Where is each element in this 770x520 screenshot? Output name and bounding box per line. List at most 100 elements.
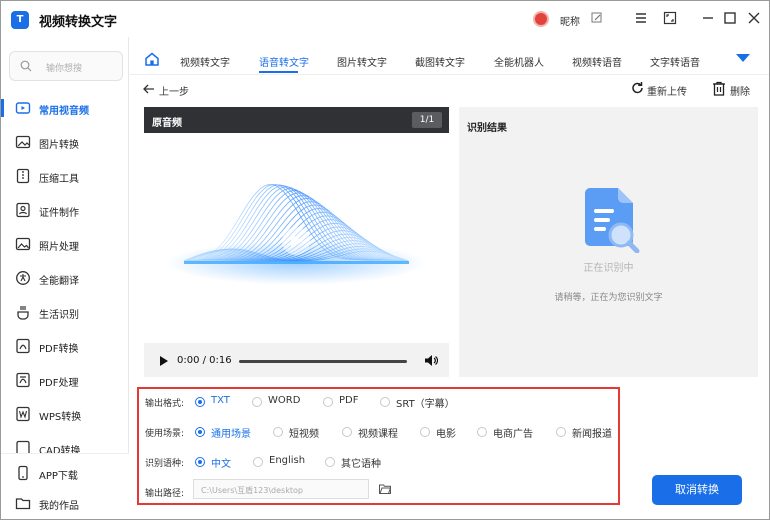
volume-icon[interactable] [424, 354, 438, 367]
sidebar-item-life-scan[interactable]: 生活识别 [1, 299, 129, 325]
search-icon [20, 60, 32, 72]
sidebar-item-label: PDF处理 [39, 378, 79, 389]
conversion-options: 输出格式: TXT WORD PDF SRT（字幕） 使用场景: 通用场景 短视… [137, 387, 620, 505]
sidebar-item-translate[interactable]: 全能翻译 [1, 265, 129, 291]
edit-icon[interactable] [591, 12, 603, 24]
language-row: 识别语种: 中文 English 其它语种 [145, 455, 381, 470]
delete-button[interactable]: 删除 [712, 81, 750, 99]
minimize-icon[interactable] [701, 11, 715, 25]
tab-screenshot-to-text[interactable]: 截图转文字 [415, 54, 465, 69]
player-title: 原音频 [152, 118, 182, 129]
tab-video-to-speech[interactable]: 视频转语音 [572, 54, 622, 69]
folder-icon [15, 498, 31, 510]
tab-image-to-text[interactable]: 图片转文字 [337, 54, 387, 69]
path-label: 输出路径: [145, 489, 185, 499]
tab-video-to-text[interactable]: 视频转文字 [180, 54, 230, 69]
audio-player: 原音频 1/1 0:00 / 0:16 [144, 107, 449, 377]
cancel-conversion-button[interactable]: 取消转换 [652, 475, 742, 505]
app-title: 视频转换文字 [39, 15, 118, 30]
sidebar-item-label: 照片处理 [39, 242, 79, 253]
search-box[interactable]: 输你想搜 [9, 51, 123, 81]
tab-speech-to-text[interactable]: 语音转文字 [259, 54, 309, 69]
search-placeholder: 输你想搜 [46, 64, 83, 74]
close-icon[interactable] [747, 11, 761, 25]
sidebar-item-app-download[interactable]: APP下载 [1, 460, 129, 486]
reupload-button[interactable]: 重新上传 [631, 81, 687, 98]
tab-text-to-speech[interactable]: 文字转语音 [650, 54, 700, 69]
sidebar-item-label: 压缩工具 [39, 174, 79, 185]
language-label: 识别语种: [145, 459, 185, 469]
sidebar-item-label: 证件制作 [39, 208, 79, 219]
active-indicator [1, 99, 4, 117]
reupload-label: 重新上传 [647, 87, 687, 98]
sidebar-item-image-convert[interactable]: 图片转换 [1, 129, 129, 155]
output-path-value: C:\Users\互盾123\desktop [201, 486, 303, 495]
photo-icon [15, 237, 31, 251]
tab-robot[interactable]: 全能机器人 [494, 54, 544, 69]
player-controls: 0:00 / 0:16 [144, 343, 449, 377]
sidebar-item-wps[interactable]: WPS转换 [1, 401, 129, 427]
app-logo-icon: T [11, 11, 29, 29]
back-label: 上一步 [159, 87, 189, 98]
maximize-icon[interactable] [723, 11, 737, 25]
sidebar: 输你想搜 常用视音频 图片转换 压缩工具 证件制作 照片处理 全能翻译 生活识别… [1, 37, 129, 519]
sidebar-item-my-works[interactable]: 我的作品 [1, 490, 129, 516]
output-path-field[interactable]: C:\Users\互盾123\desktop [193, 479, 369, 499]
refresh-icon [632, 82, 643, 94]
status-text: 正在识别中 [583, 263, 634, 274]
sidebar-item-label: APP下载 [39, 471, 78, 482]
wps-icon [16, 406, 30, 422]
format-label: 输出格式: [145, 399, 185, 409]
home-icon[interactable] [144, 51, 160, 67]
pdf-icon [16, 338, 30, 354]
sidebar-item-compress[interactable]: 压缩工具 [1, 163, 129, 189]
sidebar-item-pdf-convert[interactable]: PDF转换 [1, 333, 129, 359]
translate-icon [16, 271, 30, 285]
result-title: 识别结果 [467, 123, 507, 134]
play-icon[interactable] [160, 356, 168, 366]
pdf-edit-icon [16, 372, 30, 388]
menu-icon[interactable] [634, 11, 648, 25]
result-panel: 识别结果 正在识别中 请稍等，正在为您识别文字 [459, 107, 758, 377]
sidebar-item-pdf-process[interactable]: PDF处理 [1, 367, 129, 393]
folder-open-icon[interactable] [379, 484, 391, 494]
active-tab-underline [259, 71, 298, 73]
sidebar-item-label: 图片转换 [39, 140, 79, 151]
sidebar-bottom: APP下载 我的作品 [1, 453, 129, 519]
title-bar: T 视频转换文字 昵称 [1, 1, 769, 37]
sidebar-item-id-photo[interactable]: 证件制作 [1, 197, 129, 223]
fullscreen-icon[interactable] [663, 11, 677, 25]
sidebar-item-label: PDF转换 [39, 344, 79, 355]
seek-bar[interactable] [239, 360, 407, 363]
more-tabs-icon[interactable] [736, 54, 750, 62]
image-icon [15, 135, 31, 149]
scene-row: 使用场景: 通用场景 短视频 视频课程 电影 电商广告 新闻报道 [139, 422, 618, 442]
sidebar-item-label: 常用视音频 [39, 106, 89, 117]
scan-icon [17, 306, 29, 320]
nickname[interactable]: 昵称 [560, 13, 580, 28]
time-readout: 0:00 / 0:16 [177, 355, 232, 366]
video-icon [15, 102, 31, 114]
document-search-icon [585, 188, 640, 253]
tab-bar: 视频转文字 语音转文字 图片转文字 截图转文字 全能机器人 视频转语音 文字转语… [130, 37, 769, 75]
hint-text: 请稍等，正在为您识别文字 [554, 293, 663, 303]
phone-icon [18, 465, 28, 481]
sidebar-item-label: 全能翻译 [39, 276, 79, 287]
trash-icon [713, 81, 725, 96]
sidebar-item-label: WPS转换 [39, 412, 82, 423]
arrow-left-icon [143, 84, 154, 94]
player-header: 原音频 1/1 [144, 107, 449, 133]
page-indicator: 1/1 [412, 112, 442, 128]
sidebar-item-photo-edit[interactable]: 照片处理 [1, 231, 129, 257]
avatar[interactable] [533, 11, 549, 27]
app-window: T 视频转换文字 昵称 输你想搜 常用视音频 图片转换 压缩工具 证件制作 照片… [0, 0, 770, 520]
waveform-image [144, 133, 449, 343]
delete-label: 删除 [730, 87, 750, 98]
id-card-icon [16, 202, 30, 218]
format-row: 输出格式: TXT WORD PDF SRT（字幕） [145, 395, 455, 410]
sidebar-item-label: 生活识别 [39, 310, 79, 321]
sidebar-item-label: 我的作品 [39, 501, 79, 512]
compress-icon [16, 168, 30, 184]
scene-label: 使用场景: [145, 429, 185, 439]
sidebar-item-video-audio[interactable]: 常用视音频 [1, 95, 129, 121]
